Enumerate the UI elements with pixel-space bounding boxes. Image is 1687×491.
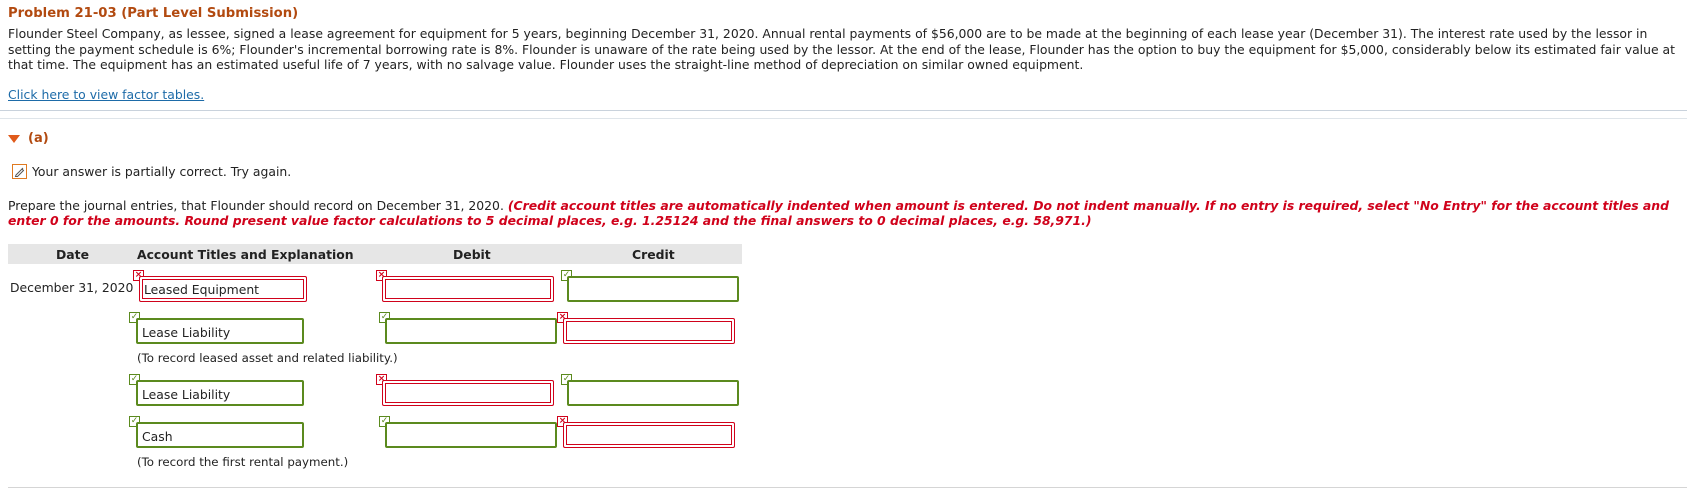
divider bbox=[8, 487, 1687, 488]
problem-description: Flounder Steel Company, as lessee, signe… bbox=[8, 26, 1675, 72]
account-value: Leased Equipment bbox=[144, 282, 260, 297]
instructions: Prepare the journal entries, that Flound… bbox=[8, 198, 1680, 228]
account-field[interactable]: Cash bbox=[136, 422, 304, 448]
instruction-text: Prepare the journal entries, that Flound… bbox=[8, 198, 508, 213]
divider bbox=[0, 118, 1687, 119]
part-a-toggle[interactable]: (a) bbox=[8, 131, 49, 146]
header-account: Account Titles and Explanation bbox=[137, 247, 354, 262]
problem-title: Problem 21-03 (Part Level Submission) bbox=[8, 6, 299, 21]
feedback-message: Your answer is partially correct. Try ag… bbox=[12, 164, 291, 179]
header-date: Date bbox=[56, 247, 89, 262]
account-value: Lease Liability bbox=[142, 387, 231, 402]
entry-date: December 31, 2020 bbox=[10, 280, 134, 295]
table-header: Date Account Titles and Explanation Debi… bbox=[8, 244, 742, 264]
credit-field[interactable] bbox=[563, 422, 735, 448]
credit-field[interactable] bbox=[563, 318, 735, 344]
feedback-text: Your answer is partially correct. Try ag… bbox=[32, 164, 292, 179]
entry-note: (To record the first rental payment.) bbox=[137, 455, 349, 469]
header-credit: Credit bbox=[632, 247, 675, 262]
divider bbox=[0, 110, 1687, 111]
account-value: Cash bbox=[142, 429, 173, 444]
account-field[interactable]: Lease Liability bbox=[136, 318, 304, 344]
account-field[interactable]: Lease Liability bbox=[136, 380, 304, 406]
entry-note: (To record leased asset and related liab… bbox=[137, 351, 398, 365]
pencil-icon bbox=[12, 164, 27, 179]
debit-field[interactable] bbox=[385, 318, 557, 344]
credit-field[interactable] bbox=[567, 276, 739, 302]
credit-field[interactable] bbox=[567, 380, 739, 406]
factor-tables-link[interactable]: Click here to view factor tables. bbox=[8, 87, 204, 102]
account-value: Lease Liability bbox=[142, 325, 231, 340]
part-label: (a) bbox=[28, 131, 49, 146]
account-field[interactable]: Leased Equipment bbox=[139, 276, 307, 302]
triangle-down-icon bbox=[8, 135, 20, 143]
debit-field[interactable] bbox=[382, 380, 554, 406]
debit-field[interactable] bbox=[382, 276, 554, 302]
header-debit: Debit bbox=[453, 247, 491, 262]
debit-field[interactable] bbox=[385, 422, 557, 448]
